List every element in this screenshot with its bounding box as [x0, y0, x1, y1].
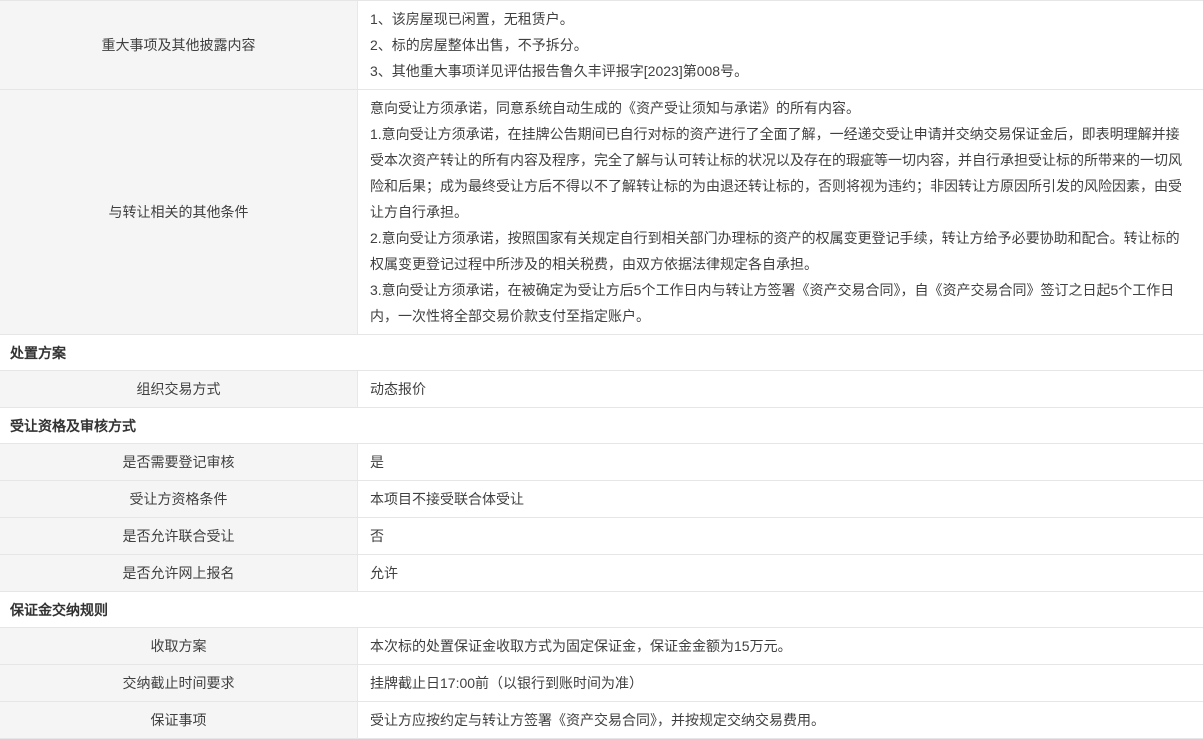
- table-row-other-transfer-conditions: 与转让相关的其他条件 意向受让方须承诺，同意系统自动生成的《资产受让须知与承诺》…: [0, 90, 1203, 335]
- row-value: 挂牌截止日17:00前（以银行到账时间为准）: [358, 665, 1203, 701]
- table-row-guarantee-matters: 保证事项 受让方应按约定与转让方签署《资产交易合同》，并按规定交纳交易费用。: [0, 702, 1203, 739]
- table-row-registration-review-required: 是否需要登记审核 是: [0, 444, 1203, 481]
- condition-paragraph: 3.意向受让方须承诺，在被确定为受让方后5个工作日内与转让方签署《资产交易合同》…: [370, 277, 1183, 329]
- row-label: 是否允许网上报名: [0, 555, 358, 591]
- section-header-transferee-qualification: 受让资格及审核方式: [0, 408, 1203, 444]
- row-value: 是: [358, 444, 1203, 480]
- row-label: 收取方案: [0, 628, 358, 664]
- row-value: 意向受让方须承诺，同意系统自动生成的《资产受让须知与承诺》的所有内容。 1.意向…: [358, 90, 1203, 334]
- row-value: 受让方应按约定与转让方签署《资产交易合同》，并按规定交纳交易费用。: [358, 702, 1203, 738]
- row-value: 允许: [358, 555, 1203, 591]
- row-value: 否: [358, 518, 1203, 554]
- row-value: 本项目不接受联合体受让: [358, 481, 1203, 517]
- disclosure-line: 2、标的房屋整体出售，不予拆分。: [370, 32, 1183, 58]
- table-row-major-disclosure: 重大事项及其他披露内容 1、该房屋现已闲置，无租赁户。 2、标的房屋整体出售，不…: [0, 1, 1203, 90]
- row-value: 动态报价: [358, 371, 1203, 407]
- row-value: 1、该房屋现已闲置，无租赁户。 2、标的房屋整体出售，不予拆分。 3、其他重大事…: [358, 1, 1203, 89]
- table-row-deposit-collection-plan: 收取方案 本次标的处置保证金收取方式为固定保证金，保证金金额为15万元。: [0, 628, 1203, 665]
- row-label: 与转让相关的其他条件: [0, 90, 358, 334]
- section-header-deposit-rules: 保证金交纳规则: [0, 592, 1203, 628]
- listing-detail-table: 重大事项及其他披露内容 1、该房屋现已闲置，无租赁户。 2、标的房屋整体出售，不…: [0, 0, 1203, 739]
- table-row-trading-method: 组织交易方式 动态报价: [0, 371, 1203, 408]
- condition-paragraph: 意向受让方须承诺，同意系统自动生成的《资产受让须知与承诺》的所有内容。: [370, 95, 1183, 121]
- row-label: 组织交易方式: [0, 371, 358, 407]
- table-row-online-registration-allowed: 是否允许网上报名 允许: [0, 555, 1203, 592]
- table-row-transferee-qualification-conditions: 受让方资格条件 本项目不接受联合体受让: [0, 481, 1203, 518]
- table-row-deposit-deadline: 交纳截止时间要求 挂牌截止日17:00前（以银行到账时间为准）: [0, 665, 1203, 702]
- table-row-joint-transfer-allowed: 是否允许联合受让 否: [0, 518, 1203, 555]
- row-label: 交纳截止时间要求: [0, 665, 358, 701]
- row-value: 本次标的处置保证金收取方式为固定保证金，保证金金额为15万元。: [358, 628, 1203, 664]
- row-label: 受让方资格条件: [0, 481, 358, 517]
- row-label: 是否允许联合受让: [0, 518, 358, 554]
- row-label: 重大事项及其他披露内容: [0, 1, 358, 89]
- section-header-disposal-plan: 处置方案: [0, 335, 1203, 371]
- disclosure-line: 3、其他重大事项详见评估报告鲁久丰评报字[2023]第008号。: [370, 58, 1183, 84]
- row-label: 是否需要登记审核: [0, 444, 358, 480]
- condition-paragraph: 1.意向受让方须承诺，在挂牌公告期间已自行对标的资产进行了全面了解，一经递交受让…: [370, 121, 1183, 225]
- condition-paragraph: 2.意向受让方须承诺，按照国家有关规定自行到相关部门办理标的资产的权属变更登记手…: [370, 225, 1183, 277]
- row-label: 保证事项: [0, 702, 358, 738]
- disclosure-line: 1、该房屋现已闲置，无租赁户。: [370, 6, 1183, 32]
